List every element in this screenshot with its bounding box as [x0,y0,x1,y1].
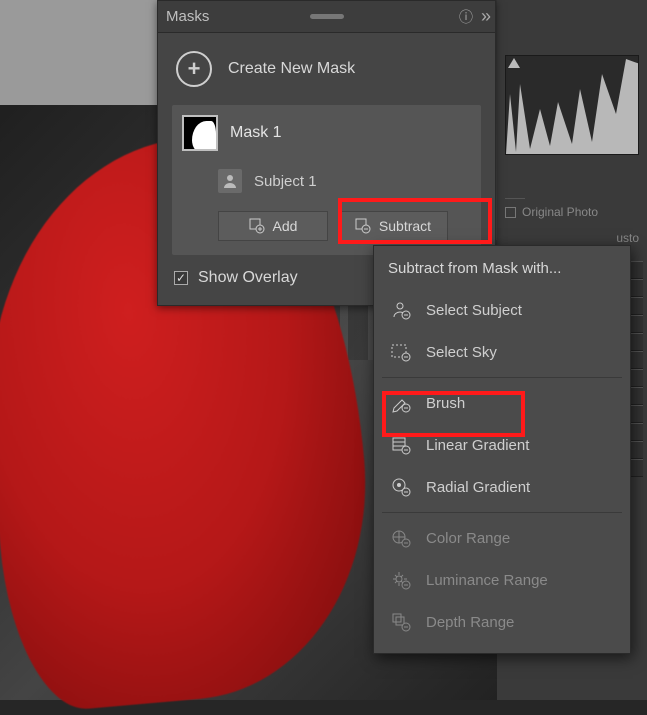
add-icon [249,218,265,234]
menu-item-label: Luminance Range [426,572,548,589]
original-photo-toggle[interactable]: Original Photo [505,199,639,225]
add-to-mask-button[interactable]: Add [218,211,328,241]
menu-item-select-subject[interactable]: Select Subject [380,289,624,331]
menu-item-label: Linear Gradient [426,437,529,454]
masks-panel-title: Masks [166,8,209,25]
color-range-icon [390,527,412,549]
histogram[interactable] [505,55,639,155]
menu-item-select-sky[interactable]: Select Sky [380,331,624,373]
depth-range-icon [390,611,412,633]
dropdown-title: Subtract from Mask with... [380,260,624,289]
brush-icon [390,392,412,414]
menu-separator [382,512,622,513]
mask-name-label: Mask 1 [230,124,282,142]
create-new-mask-label: Create New Mask [228,60,355,78]
histogram-graph [506,55,639,154]
show-overlay-label: Show Overlay [198,269,298,287]
checkbox-icon: ✓ [174,271,188,285]
help-icon[interactable]: ⓘ [455,7,477,27]
mask-thumbnail[interactable] [182,115,218,151]
original-photo-label: Original Photo [522,205,598,219]
masks-panel-header[interactable]: Masks ⓘ » [158,1,495,33]
add-button-label: Add [273,218,298,234]
menu-item-label: Brush [426,395,465,412]
menu-item-label: Radial Gradient [426,479,530,496]
drag-handle-icon[interactable] [310,14,344,19]
checkbox-icon [505,207,516,218]
menu-item-depth-range[interactable]: Depth Range [380,601,624,643]
subtract-icon [355,218,371,234]
select-subject-icon [390,299,412,321]
histogram-panel[interactable] [497,45,647,157]
radial-gradient-icon [390,476,412,498]
menu-separator [382,377,622,378]
custom-label: usto [616,231,639,245]
collapse-icon[interactable]: » [477,6,487,27]
menu-item-label: Color Range [426,530,510,547]
linear-gradient-icon [390,434,412,456]
mask-component-label: Subject 1 [254,173,317,190]
select-sky-icon [390,341,412,363]
create-new-mask-button[interactable]: + Create New Mask [172,47,481,105]
menu-item-brush[interactable]: Brush [380,382,624,424]
photo-toolbar-area [0,0,160,105]
menu-item-label: Select Subject [426,302,522,319]
menu-item-radial-gradient[interactable]: Radial Gradient [380,466,624,508]
plus-icon: + [176,51,212,87]
luminance-range-icon [390,569,412,591]
menu-item-color-range[interactable]: Color Range [380,517,624,559]
subject-icon [218,169,242,193]
menu-item-linear-gradient[interactable]: Linear Gradient [380,424,624,466]
menu-item-luminance-range[interactable]: Luminance Range [380,559,624,601]
subtract-dropdown-menu: Subtract from Mask with... Select Subjec… [373,245,631,654]
subtract-button-label: Subtract [379,218,431,234]
menu-item-label: Depth Range [426,614,514,631]
subtract-from-mask-button[interactable]: Subtract [338,211,448,241]
mask-list-item[interactable]: Mask 1 Subject 1 Add Subtract [172,105,481,255]
mask-component-item[interactable]: Subject 1 [218,169,471,193]
menu-item-label: Select Sky [426,344,497,361]
